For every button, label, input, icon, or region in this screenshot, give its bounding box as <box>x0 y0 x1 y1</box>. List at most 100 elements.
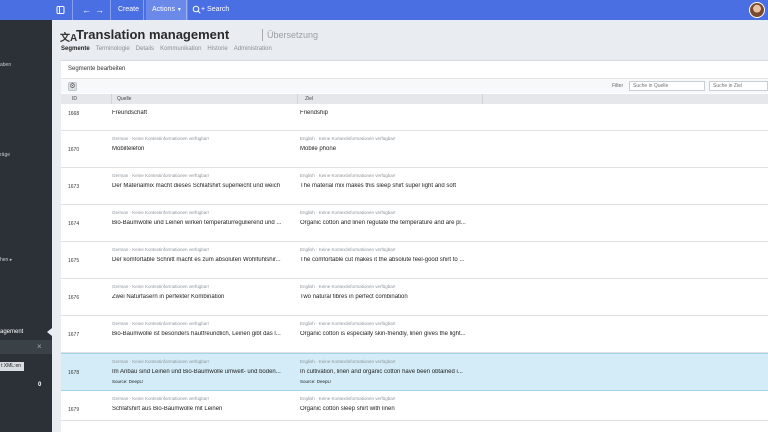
sidebar-item-translation-management[interactable]: agement <box>0 326 52 338</box>
column-divider[interactable] <box>482 94 483 104</box>
segment-id: 1670 <box>68 147 80 153</box>
sidebar-item-label[interactable]: räge <box>0 152 10 158</box>
page-header: 文A Translation management Übersetzung Se… <box>52 20 768 60</box>
source-context: German · Keine Kontextinformationen verf… <box>112 359 210 364</box>
source-language: German <box>112 210 129 215</box>
divider <box>143 0 144 20</box>
table-row[interactable]: 1675 German · Keine Kontextinformationen … <box>61 242 768 279</box>
panel-title: Segmente bearbeiten <box>68 66 126 72</box>
target-context: English · Keine Kontextinformationen ver… <box>300 173 396 178</box>
target-text[interactable]: Organic cotton is especially skin-friend… <box>300 331 478 337</box>
table-row[interactable]: 1678 German · Keine Kontextinformationen … <box>61 353 768 391</box>
target-context-note: Keine Kontextinformationen verfügbar! <box>318 359 396 364</box>
source-context-note: Keine Kontextinformationen verfügbar! <box>132 173 210 178</box>
source-text[interactable]: Bio-Baumwolle ist besonders hautfreundli… <box>112 331 292 337</box>
column-divider[interactable] <box>111 94 112 104</box>
source-context-note: Keine Kontextinformationen verfügbar! <box>132 284 210 289</box>
source-text[interactable]: Schlafshirt aus Bio-Baumwolle mit Leinen <box>112 406 292 412</box>
translate-icon: 文A <box>60 33 78 44</box>
target-text[interactable]: Organic cotton and linen regulate the te… <box>300 220 478 226</box>
target-language: English <box>300 136 315 141</box>
close-icon[interactable]: × <box>37 340 42 354</box>
target-text[interactable]: The material mix makes this sleep shirt … <box>300 183 478 189</box>
source-text[interactable]: Mobiltelefon <box>112 146 292 152</box>
sidebar: aben räge hen ▸ agement × t XML:en 0 <box>0 20 52 432</box>
target-context: English · Keine Kontextinformationen ver… <box>300 359 396 364</box>
search-icon[interactable] <box>192 0 201 20</box>
page-subtitle: Übersetzung <box>267 30 319 40</box>
source-context: German · Keine Kontextinformationen verf… <box>112 284 210 289</box>
source-context-note: Keine Kontextinformationen verfügbar! <box>132 247 210 252</box>
target-text[interactable]: Mobile phone <box>300 146 478 152</box>
forward-arrow-icon[interactable]: → <box>95 0 104 20</box>
table-row[interactable]: 1676 German · Keine Kontextinformationen … <box>61 279 768 316</box>
source-context-note: Keine Kontextinformationen verfügbar! <box>132 136 210 141</box>
source-context: German · Keine Kontextinformationen verf… <box>112 210 210 215</box>
xml-tag-badge[interactable]: t XML:en <box>0 362 25 371</box>
source-text[interactable]: Freundschaft <box>112 110 292 116</box>
source-context-note: Keine Kontextinformationen verfügbar! <box>132 210 210 215</box>
source-context: German · Keine Kontextinformationen verf… <box>112 173 210 178</box>
table-row[interactable]: 1673 German · Keine Kontextinformationen … <box>61 168 768 205</box>
target-text[interactable]: Two natural fibres in perfect combinatio… <box>300 294 478 300</box>
source-text[interactable]: Der komfortable Schnitt macht es zum abs… <box>112 257 292 263</box>
target-language: English <box>300 359 315 364</box>
tab-terminologie[interactable]: Terminologie <box>96 46 130 52</box>
target-context-note: Keine Kontextinformationen verfügbar! <box>318 321 396 326</box>
search-target-input[interactable] <box>709 81 768 91</box>
target-context: English · Keine Kontextinformationen ver… <box>300 210 396 215</box>
source-language: German <box>112 284 129 289</box>
column-header-id[interactable]: ID <box>72 96 77 102</box>
search-button[interactable]: + Search <box>201 0 229 20</box>
source-context: German · Keine Kontextinformationen verf… <box>112 321 210 326</box>
source-text[interactable]: Zwei Naturfasern in perfekter Kombinatio… <box>112 294 292 300</box>
tab-kommunikation[interactable]: Kommunikation <box>160 46 201 52</box>
table-row[interactable]: 1670 German · Keine Kontextinformationen … <box>61 131 768 168</box>
page-title: Translation management <box>76 27 230 42</box>
column-divider[interactable] <box>297 94 298 104</box>
table-row[interactable]: 1679 German · Keine Kontextinformationen … <box>61 391 768 421</box>
source-text[interactable]: Bio-Baumwolle und Leinen wirken temperat… <box>112 220 292 226</box>
actions-menu-button[interactable]: Actions ▼ <box>146 0 188 20</box>
target-text[interactable]: The comfortable cut makes it the absolut… <box>300 257 478 263</box>
user-avatar[interactable] <box>749 2 765 18</box>
sidebar-toggle-icon[interactable] <box>56 0 65 20</box>
target-text[interactable]: In cultivation, linen and organic cotton… <box>300 369 478 375</box>
tab-details[interactable]: Details <box>136 46 154 52</box>
source-text[interactable]: Im Anbau sind Leinen und Bio-Baumwolle u… <box>112 369 292 375</box>
source-language: German <box>112 396 129 401</box>
create-button[interactable]: Create <box>118 0 139 20</box>
table-row[interactable]: 1677 German · Keine Kontextinformationen … <box>61 316 768 353</box>
source-context: German · Keine Kontextinformationen verf… <box>112 396 210 401</box>
segment-id: 1675 <box>68 258 80 264</box>
table-row[interactable]: 1668 Freundschaft Friendship <box>61 104 768 131</box>
target-context: English · Keine Kontextinformationen ver… <box>300 247 396 252</box>
source-context: German · Keine Kontextinformationen verf… <box>112 136 210 141</box>
back-arrow-icon[interactable]: ← <box>82 0 91 20</box>
target-language: English <box>300 247 315 252</box>
column-header-target[interactable]: Ziel <box>305 96 313 102</box>
target-text[interactable]: Friendship <box>300 110 478 116</box>
segment-id: 1668 <box>68 111 80 117</box>
target-language: English <box>300 173 315 178</box>
tab-segmente[interactable]: Segmente <box>61 46 90 52</box>
tab-administration[interactable]: Administration <box>234 46 272 52</box>
settings-icon[interactable]: ⚙ <box>68 82 77 91</box>
sidebar-item-label[interactable]: aben <box>0 62 11 68</box>
tab-historie[interactable]: Historie <box>207 46 227 52</box>
table-row[interactable]: 1674 German · Keine Kontextinformationen … <box>61 205 768 242</box>
target-text[interactable]: Organic cotton sleep shirt with linen <box>300 406 478 412</box>
source-language: German <box>112 321 129 326</box>
sidebar-item-label[interactable]: hen ▸ <box>0 257 12 263</box>
target-context: English · Keine Kontextinformationen ver… <box>300 396 396 401</box>
source-context-note: Keine Kontextinformationen verfügbar! <box>132 396 210 401</box>
search-source-input[interactable] <box>629 81 705 91</box>
source-context-note: Keine Kontextinformationen verfügbar! <box>132 321 210 326</box>
target-language: English <box>300 396 315 401</box>
divider <box>186 0 187 20</box>
source-text[interactable]: Der Materialmix macht dieses Schlafshirt… <box>112 183 292 189</box>
source-language: German <box>112 247 129 252</box>
source-language: German <box>112 359 129 364</box>
segment-id: 1673 <box>68 184 80 190</box>
column-header-source[interactable]: Quelle <box>117 96 131 102</box>
